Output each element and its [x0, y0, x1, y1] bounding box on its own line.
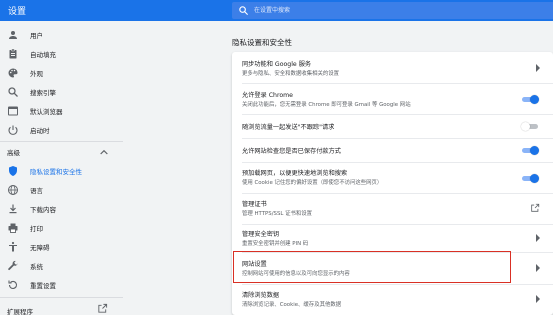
- search-input[interactable]: [254, 3, 534, 18]
- sidebar-item-on-startup[interactable]: 启动时: [0, 121, 123, 139]
- row-divider: [242, 138, 553, 139]
- printer-icon: [8, 223, 18, 233]
- row-divider: [242, 114, 553, 115]
- sidebar-item-languages[interactable]: 语言: [0, 181, 123, 199]
- search-icon: [239, 6, 249, 16]
- sidebar-item-label: 搜索引擎: [30, 89, 56, 97]
- advanced-section-label[interactable]: 高级: [7, 147, 20, 157]
- toggle-switch[interactable]: [522, 146, 539, 155]
- sidebar-item-privacy[interactable]: 隐私设置和安全性: [0, 162, 123, 180]
- row-title: 清除浏览数据: [242, 292, 280, 299]
- sidebar-item-reset[interactable]: 重置设置: [0, 276, 123, 294]
- globe-icon: [8, 185, 18, 195]
- palette-icon: [8, 68, 18, 78]
- row-divider: [242, 193, 553, 194]
- sidebar-item-accessibility[interactable]: 无障碍: [0, 238, 123, 256]
- accessibility-icon: [9, 241, 17, 252]
- row-clear-browsing-data[interactable]: 清除浏览数据 清除浏览记录、Cookie、缓存及其他数据: [232, 284, 553, 315]
- sidebar-item-people[interactable]: 用户: [0, 26, 123, 44]
- sidebar-item-printing[interactable]: 打印: [0, 219, 123, 237]
- power-icon: [8, 125, 18, 135]
- row-subtitle: 清除浏览记录、Cookie、缓存及其他数据: [242, 302, 342, 308]
- chevron-right-icon: [536, 234, 540, 242]
- reset-icon: [8, 280, 17, 289]
- toggle-switch[interactable]: [522, 95, 539, 104]
- row-subtitle: 关闭此功能后，您无需登录 Chrome 即可登录 Gmail 等 Google …: [242, 102, 411, 108]
- toggle-switch[interactable]: [522, 174, 539, 183]
- highlight-box: [233, 251, 511, 283]
- download-icon: [9, 204, 17, 214]
- sidebar-item-system[interactable]: 系统: [0, 257, 123, 275]
- sidebar-item-label: 隐私设置和安全性: [30, 168, 82, 176]
- shield-icon: [9, 166, 17, 176]
- row-subtitle: 使用 Cookie 记住您的偏好设置（即使您不访问这些网页）: [242, 180, 383, 186]
- sidebar-item-extensions[interactable]: 扩展程序: [7, 306, 33, 315]
- row-subtitle: 重置安全密钥并创建 PIN 码: [242, 241, 309, 247]
- row-title: 同步功能和 Google 服务: [242, 61, 312, 68]
- sidebar-item-search-engine[interactable]: 搜索引擎: [0, 83, 123, 101]
- page-title: 设置: [8, 7, 27, 17]
- row-do-not-track[interactable]: 随浏览流量一起发送"不跟踪"请求: [232, 114, 553, 138]
- row-title: 允许登录 Chrome: [242, 92, 293, 99]
- sidebar-item-label: 外观: [30, 70, 43, 78]
- sidebar-item-default-browser[interactable]: 默认浏览器: [0, 102, 123, 120]
- row-divider: [242, 224, 553, 225]
- sidebar-item-appearance[interactable]: 外观: [0, 64, 123, 82]
- row-divider: [242, 284, 553, 285]
- chevron-up-icon[interactable]: [100, 149, 108, 155]
- top-bar: 设置: [0, 0, 553, 21]
- clipboard-icon: [9, 48, 17, 59]
- open-in-new-icon: [531, 203, 540, 212]
- sidebar-item-autofill[interactable]: 自动填充: [0, 45, 123, 63]
- open-in-new-icon[interactable]: [97, 303, 108, 314]
- chevron-right-icon: [536, 264, 540, 272]
- row-preload-pages[interactable]: 预加载网页，以便更快速地浏览和搜索 使用 Cookie 记住您的偏好设置（即使您…: [232, 162, 553, 193]
- sidebar-item-label: 重置设置: [30, 282, 56, 290]
- sidebar-item-label: 打印: [30, 225, 43, 233]
- row-subtitle: 管理 HTTPS/SSL 证书和设置: [242, 211, 313, 217]
- sidebar-item-label: 用户: [30, 32, 43, 40]
- row-title: 管理安全密钥: [242, 231, 280, 238]
- section-title: 隐私设置和安全性: [232, 38, 292, 47]
- row-title: 预加载网页，以便更快速地浏览和搜索: [242, 170, 348, 177]
- sidebar-divider: [0, 297, 123, 298]
- row-title: 随浏览流量一起发送"不跟踪"请求: [242, 124, 335, 131]
- row-manage-security-keys[interactable]: 管理安全密钥 重置安全密钥并创建 PIN 码: [232, 224, 553, 252]
- toggle-switch[interactable]: [521, 122, 538, 131]
- row-payment-methods[interactable]: 允许网站检查您是否已保存付款方式: [232, 138, 553, 162]
- sidebar-item-label: 启动时: [30, 127, 50, 135]
- row-title: 允许网站检查您是否已保存付款方式: [242, 148, 341, 155]
- row-manage-certificates[interactable]: 管理证书 管理 HTTPS/SSL 证书和设置: [232, 193, 553, 224]
- chevron-right-icon: [536, 64, 540, 72]
- sidebar-item-label: 下载内容: [30, 206, 56, 214]
- search-box[interactable]: [232, 2, 553, 19]
- sidebar-item-downloads[interactable]: 下载内容: [0, 200, 123, 218]
- browser-icon: [8, 106, 18, 116]
- row-subtitle: 更多与隐私、安全和数据收集相关的设置: [242, 71, 340, 77]
- row-allow-chrome-signin[interactable]: 允许登录 Chrome 关闭此功能后，您无需登录 Chrome 即可登录 Gma…: [232, 83, 553, 114]
- sidebar-item-label: 默认浏览器: [30, 108, 63, 116]
- row-sync-google-services[interactable]: 同步功能和 Google 服务 更多与隐私、安全和数据收集相关的设置: [232, 52, 553, 83]
- chevron-right-icon: [536, 295, 540, 303]
- person-icon: [9, 31, 17, 39]
- sidebar-item-label: 自动填充: [30, 51, 56, 59]
- sidebar-item-label: 系统: [30, 263, 43, 271]
- row-divider: [242, 162, 553, 163]
- sidebar-item-label: 语言: [30, 187, 43, 195]
- row-divider: [242, 83, 553, 84]
- sidebar-divider: [0, 141, 123, 142]
- row-title: 管理证书: [242, 201, 267, 208]
- wrench-icon: [8, 260, 18, 271]
- search-icon: [8, 87, 18, 97]
- sidebar-item-label: 无障碍: [30, 244, 50, 252]
